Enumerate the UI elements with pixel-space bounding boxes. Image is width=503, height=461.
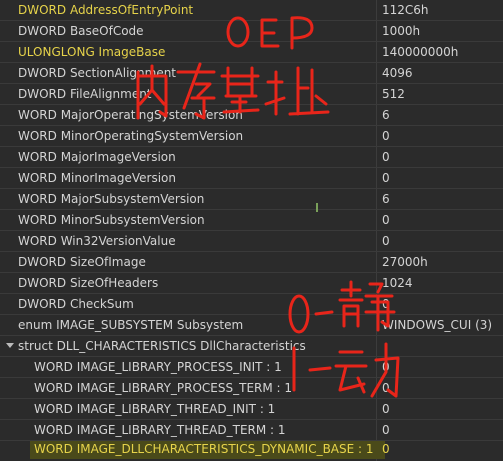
row-value: 0	[382, 213, 390, 227]
row-value: WINDOWS_CUI (3)	[382, 318, 493, 332]
row-name: WORD MajorSubsystemVersion	[18, 192, 205, 206]
row-name: WORD IMAGE_LIBRARY_PROCESS_TERM : 1	[34, 381, 293, 395]
row-name: DWORD SizeOfImage	[18, 255, 146, 269]
row-name: DWORD SizeOfHeaders	[18, 276, 159, 290]
chevron-down-icon[interactable]	[6, 343, 14, 348]
table-row[interactable]: DWORD SizeOfImage 27000h	[0, 252, 503, 273]
mouse-cursor-mark	[316, 203, 318, 212]
table-row[interactable]: WORD IMAGE_LIBRARY_PROCESS_TERM : 1 0	[0, 378, 503, 399]
row-name: WORD MajorOperatingSystemVersion	[18, 108, 243, 122]
row-value: 512	[382, 87, 405, 101]
row-value: 6	[382, 192, 390, 206]
row-name: WORD IMAGE_LIBRARY_THREAD_TERM : 1	[34, 423, 286, 437]
row-name: DWORD AddressOfEntryPoint	[18, 3, 194, 17]
row-value: 0	[382, 402, 390, 416]
highlighted-row-value[interactable]: 0	[382, 439, 390, 459]
table-row[interactable]: ULONGLONG ImageBase 140000000h	[0, 42, 503, 63]
table-row[interactable]: WORD IMAGE_LIBRARY_PROCESS_INIT : 1 0	[0, 357, 503, 378]
table-row[interactable]: DWORD BaseOfCode 1000h	[0, 21, 503, 42]
row-value: 0	[382, 360, 390, 374]
row-name: WORD MinorOperatingSystemVersion	[18, 129, 244, 143]
row-value: 0	[382, 171, 390, 185]
table-row[interactable]: WORD MinorSubsystemVersion 0	[0, 210, 503, 231]
row-name: DWORD BaseOfCode	[18, 24, 144, 38]
table-row[interactable]: WORD Win32VersionValue 0	[0, 231, 503, 252]
table-row[interactable]: WORD MajorOperatingSystemVersion 6	[0, 105, 503, 126]
row-value: 27000h	[382, 255, 428, 269]
table-row[interactable]: WORD MinorOperatingSystemVersion 0	[0, 126, 503, 147]
table-row[interactable]: DWORD SizeOfHeaders 1024	[0, 273, 503, 294]
table-row[interactable]: DWORD AddressOfEntryPoint 112C6h	[0, 0, 503, 21]
row-value: 1024	[382, 276, 413, 290]
table-row[interactable]: DWORD SectionAlignment 4096	[0, 63, 503, 84]
row-value: 0	[382, 381, 390, 395]
table-row[interactable]: struct DLL_CHARACTERISTICS DllCharacteri…	[0, 336, 503, 357]
row-value: 0	[382, 150, 390, 164]
row-value: 4096	[382, 66, 413, 80]
row-name: WORD MajorImageVersion	[18, 150, 176, 164]
table-row[interactable]: WORD MajorImageVersion 0	[0, 147, 503, 168]
row-value: 0	[382, 234, 390, 248]
table-row[interactable]: WORD MajorSubsystemVersion 6	[0, 189, 503, 210]
row-value: 140000000h	[382, 45, 459, 59]
row-value: 112C6h	[382, 3, 429, 17]
table-row[interactable]: WORD MinorImageVersion 0	[0, 168, 503, 189]
row-name: WORD MinorImageVersion	[18, 171, 176, 185]
table-row[interactable]: DWORD CheckSum 0	[0, 294, 503, 315]
table-row[interactable]: DWORD FileAlignment 512	[0, 84, 503, 105]
row-name: WORD IMAGE_LIBRARY_PROCESS_INIT : 1	[34, 360, 282, 374]
row-name: struct DLL_CHARACTERISTICS DllCharacteri…	[18, 339, 306, 353]
row-value: 6	[382, 108, 390, 122]
row-name: DWORD FileAlignment	[18, 87, 152, 101]
row-name: WORD Win32VersionValue	[18, 234, 176, 248]
table-row[interactable]: enum IMAGE_SUBSYSTEM Subsystem WINDOWS_CU…	[0, 315, 503, 336]
row-name: DWORD CheckSum	[18, 297, 134, 311]
template-results-table: DWORD AddressOfEntryPoint 112C6h DWORD Bas…	[0, 0, 503, 441]
row-value: 0	[382, 129, 390, 143]
row-name: enum IMAGE_SUBSYSTEM Subsystem	[18, 318, 244, 332]
highlighted-row-name[interactable]: WORD IMAGE_DLLCHARACTERISTICS_DYNAMIC_BA…	[34, 439, 374, 459]
row-value: 1000h	[382, 24, 421, 38]
table-row[interactable]: WORD IMAGE_LIBRARY_THREAD_TERM : 1 0	[0, 420, 503, 441]
row-name: WORD IMAGE_LIBRARY_THREAD_INIT : 1	[34, 402, 276, 416]
row-value: 0	[382, 423, 390, 437]
row-name: ULONGLONG ImageBase	[18, 45, 166, 59]
table-row[interactable]: WORD IMAGE_LIBRARY_THREAD_INIT : 1 0	[0, 399, 503, 420]
row-value: 0	[382, 297, 390, 311]
row-name: WORD MinorSubsystemVersion	[18, 213, 205, 227]
row-name: DWORD SectionAlignment	[18, 66, 177, 80]
